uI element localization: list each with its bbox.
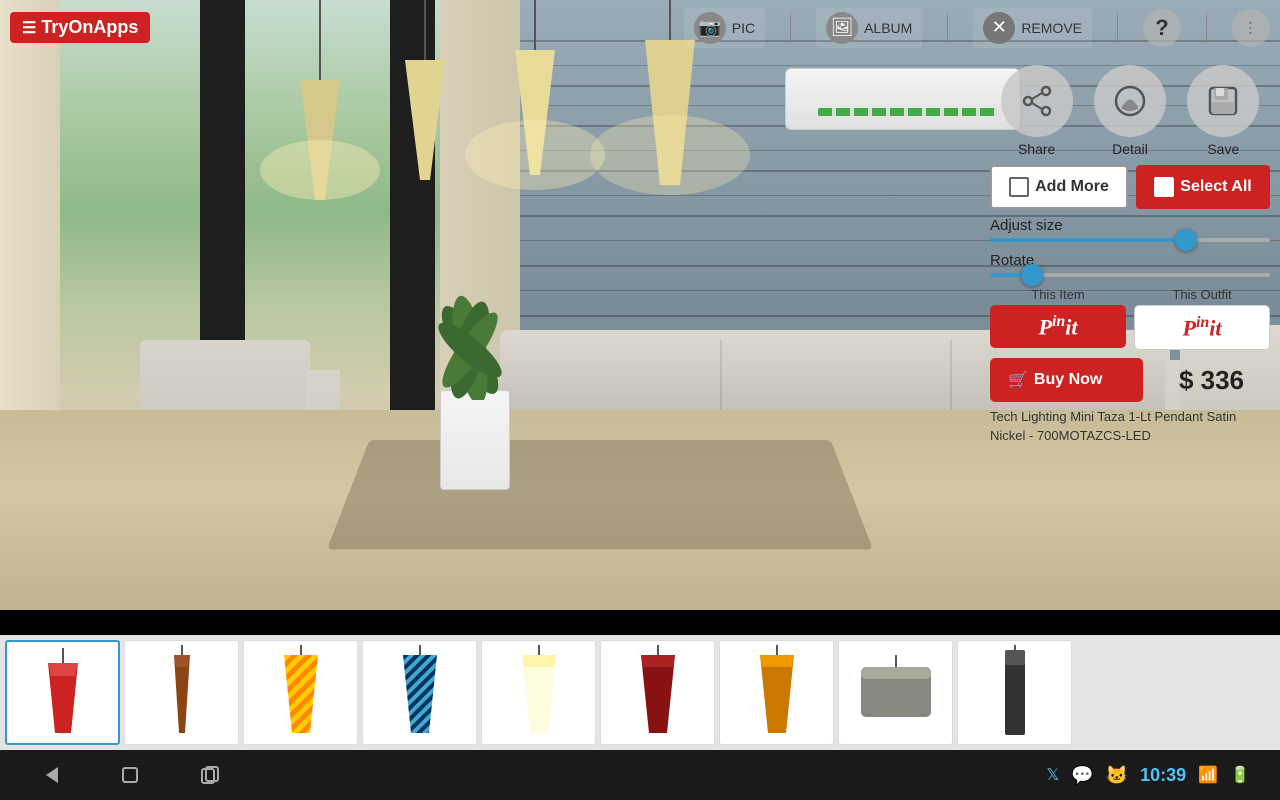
this-item-label: This Item	[1031, 287, 1084, 302]
add-checkbox-icon	[1009, 177, 1029, 197]
chat-icon: 💬	[1071, 765, 1093, 786]
size-slider-fill	[990, 238, 1186, 242]
plant-pot	[440, 390, 510, 490]
detail-label: Detail	[1112, 141, 1148, 157]
detail-button-group[interactable]: Detail	[1094, 65, 1166, 157]
divider-1	[790, 13, 791, 43]
pinit-this-outfit-button[interactable]: Pinit	[1134, 305, 1270, 350]
camera-icon: 📷	[694, 12, 726, 44]
carousel-item-8[interactable]	[838, 640, 953, 745]
carousel-item-3[interactable]	[243, 640, 358, 745]
android-navigation-bar: 𝕏 💬 🐱 10:39 📶 🔋	[0, 750, 1280, 800]
buy-now-button[interactable]: 🛒 Buy Now	[990, 358, 1143, 402]
carousel-item-7[interactable]	[719, 640, 834, 745]
album-button[interactable]: 🖼 ALBUM	[816, 8, 922, 48]
more-options-button[interactable]: ⋮	[1232, 9, 1270, 47]
share-button-group[interactable]: Share	[1001, 65, 1073, 157]
album-icon: 🖼	[826, 12, 858, 44]
adjust-size-section: Adjust size	[990, 217, 1270, 242]
carousel-item-4[interactable]	[362, 640, 477, 745]
carousel-item-9[interactable]	[957, 640, 1072, 745]
app-logo: ☰ TryOnApps	[10, 12, 150, 43]
size-slider[interactable]	[990, 238, 1270, 242]
save-button-group[interactable]: Save	[1187, 65, 1259, 157]
share-detail-save-row: Share Detail Save	[990, 65, 1270, 157]
remove-button[interactable]: ✕ REMOVE	[973, 8, 1092, 48]
app-name: TryOnApps	[41, 17, 138, 38]
battery-icon: 🔋	[1230, 765, 1250, 785]
select-all-checkbox-icon: ✓	[1154, 177, 1174, 197]
detail-icon	[1094, 65, 1166, 137]
select-all-label: Select All	[1180, 178, 1251, 196]
select-all-button[interactable]: ✓ Select All	[1136, 165, 1270, 209]
recents-button[interactable]	[190, 755, 230, 795]
menu-icon[interactable]: ☰	[22, 18, 36, 38]
pic-label: PIC	[732, 20, 755, 36]
rotate-slider-thumb[interactable]	[1021, 264, 1043, 286]
help-button[interactable]: ?	[1143, 9, 1181, 47]
carousel-item-6[interactable]	[600, 640, 715, 745]
ac-unit	[785, 68, 1020, 130]
plant	[430, 360, 520, 490]
cart-icon: 🛒	[1008, 370, 1028, 390]
save-icon	[1187, 65, 1259, 137]
carousel-item-5[interactable]	[481, 640, 596, 745]
product-carousel[interactable]	[0, 635, 1280, 750]
top-bar: ☰ TryOnApps 📷 PIC 🖼 ALBUM ✕ REMOVE ? ⋮	[0, 0, 1280, 55]
divider-3	[1117, 13, 1118, 43]
adjust-size-label: Adjust size	[990, 217, 1270, 234]
time-display: 10:39	[1140, 765, 1186, 786]
rotate-slider[interactable]	[990, 273, 1270, 277]
carousel-item-1[interactable]	[5, 640, 120, 745]
right-panel: Share Detail Save	[990, 65, 1270, 445]
add-more-label: Add More	[1035, 178, 1109, 196]
carousel-item-2[interactable]	[124, 640, 239, 745]
twitter-icon: 𝕏	[1046, 765, 1059, 785]
pinit-this-outfit-text: Pinit	[1182, 314, 1221, 341]
album-label: ALBUM	[864, 20, 912, 36]
buy-row: 🛒 Buy Now $ 336	[990, 358, 1270, 402]
back-button[interactable]	[30, 755, 70, 795]
share-icon	[1001, 65, 1073, 137]
divider-2	[947, 13, 948, 43]
home-button[interactable]	[110, 755, 150, 795]
notification-icon: 🐱	[1106, 765, 1128, 786]
wifi-icon: 📶	[1198, 765, 1218, 785]
this-item-group: This Item Pinit	[990, 287, 1126, 350]
save-label: Save	[1207, 141, 1239, 157]
this-outfit-label: This Outfit	[1172, 287, 1231, 302]
rotate-section: Rotate	[990, 252, 1270, 277]
top-bar-actions: 📷 PIC 🖼 ALBUM ✕ REMOVE ? ⋮	[684, 8, 1270, 48]
rug	[327, 440, 873, 550]
this-outfit-group: This Outfit Pinit	[1134, 287, 1270, 350]
product-name: Tech Lighting Mini Taza 1-Lt Pendant Sat…	[990, 408, 1270, 444]
size-slider-thumb[interactable]	[1175, 229, 1197, 251]
remove-label: REMOVE	[1021, 20, 1082, 36]
add-more-button[interactable]: Add More	[990, 165, 1128, 209]
remove-icon: ✕	[983, 12, 1015, 44]
pinit-row: This Item Pinit This Outfit Pinit	[990, 287, 1270, 350]
buy-now-label: Buy Now	[1034, 371, 1102, 389]
add-select-row: Add More ✓ Select All	[990, 165, 1270, 209]
status-bar: 𝕏 💬 🐱 10:39 📶 🔋	[1046, 765, 1250, 786]
share-label: Share	[1018, 141, 1055, 157]
pic-button[interactable]: 📷 PIC	[684, 8, 765, 48]
pinit-this-item-text: Pinit	[1038, 313, 1077, 340]
price-display: $ 336	[1153, 365, 1270, 396]
divider-4	[1206, 13, 1207, 43]
ac-vent	[818, 108, 996, 116]
pinit-this-item-button[interactable]: Pinit	[990, 305, 1126, 348]
